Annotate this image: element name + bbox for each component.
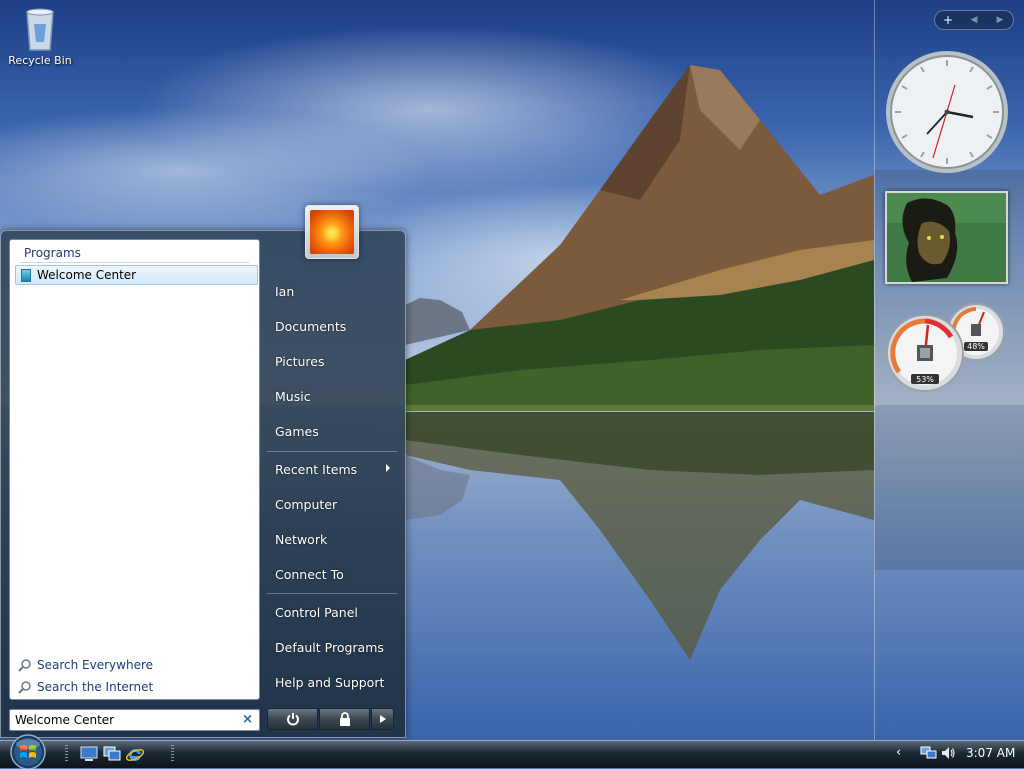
recycle-bin-label: Recycle Bin (8, 54, 72, 67)
welcome-center-icon (21, 268, 31, 282)
taskbar-grip[interactable] (65, 745, 68, 763)
clock-gadget[interactable] (885, 50, 1009, 174)
search-icon (18, 659, 31, 672)
menu-divider (267, 593, 397, 594)
search-internet-label: Search the Internet (37, 680, 154, 694)
right-item-help-and-support[interactable]: Help and Support (275, 675, 384, 690)
search-icon (18, 681, 31, 694)
programs-label: Programs (24, 246, 81, 260)
recycle-bin-shortcut[interactable]: Recycle Bin (4, 4, 76, 67)
recent-items-arrow-icon (386, 464, 390, 472)
clear-search-button[interactable]: × (242, 712, 253, 727)
taskbar-clock[interactable]: 3:07 AM (966, 746, 1015, 760)
taskbar (0, 740, 1024, 768)
lock-button[interactable] (319, 708, 370, 730)
right-item-user[interactable]: Ian (275, 284, 294, 299)
power-button[interactable] (267, 708, 318, 730)
switch-windows-icon[interactable] (103, 746, 121, 762)
right-item-games[interactable]: Games (275, 424, 319, 439)
search-internet-link[interactable]: Search the Internet (18, 680, 153, 694)
right-item-music[interactable]: Music (275, 389, 311, 404)
start-search-box: × (9, 709, 260, 731)
show-desktop-icon[interactable] (80, 746, 98, 762)
search-everywhere-label: Search Everywhere (37, 658, 153, 672)
add-gadget-button[interactable]: + (935, 13, 961, 27)
program-item-label: Welcome Center (37, 268, 137, 282)
previous-gadget-page-button[interactable]: ◀ (961, 15, 987, 25)
right-item-network[interactable]: Network (275, 532, 327, 547)
next-gadget-page-button[interactable]: ▶ (987, 15, 1013, 25)
slideshow-picture (887, 193, 1006, 282)
right-item-computer[interactable]: Computer (275, 497, 337, 512)
search-everywhere-link[interactable]: Search Everywhere (18, 658, 153, 672)
start-search-input[interactable] (15, 712, 235, 728)
start-button[interactable] (6, 733, 50, 769)
slideshow-gadget[interactable] (885, 191, 1008, 284)
volume-icon[interactable] (940, 745, 956, 761)
program-item-welcome-center[interactable]: Welcome Center (15, 265, 258, 285)
right-item-control-panel[interactable]: Control Panel (275, 605, 358, 620)
right-item-pictures[interactable]: Pictures (275, 354, 325, 369)
show-hidden-icons-button[interactable]: ‹ (896, 745, 901, 760)
menu-divider (267, 451, 397, 452)
programs-divider (20, 262, 249, 263)
right-item-connect-to[interactable]: Connect To (275, 567, 344, 582)
gadget-control-bar: + ◀ ▶ (934, 10, 1014, 30)
sidebar-divider (874, 0, 875, 740)
right-item-default-programs[interactable]: Default Programs (275, 640, 384, 655)
lock-icon (339, 712, 350, 726)
chevron-right-icon (379, 715, 386, 723)
cpu-percent: 53% (916, 375, 934, 384)
programs-pane: Programs Welcome Center Search Everywher… (9, 239, 260, 700)
internet-explorer-icon[interactable] (126, 746, 144, 764)
power-controls (267, 708, 394, 730)
power-icon (286, 713, 299, 726)
user-account-picture[interactable] (305, 205, 359, 259)
recycle-bin-icon (26, 8, 54, 51)
flower-picture (310, 210, 354, 254)
network-icon[interactable] (920, 745, 938, 761)
right-item-recent-items[interactable]: Recent Items (275, 462, 357, 477)
memory-percent: 48% (967, 342, 985, 351)
shutdown-options-button[interactable] (371, 708, 394, 730)
right-item-documents[interactable]: Documents (275, 319, 346, 334)
cpu-meter-gadget[interactable]: 48% 53% (884, 302, 1010, 394)
taskbar-grip[interactable] (171, 745, 174, 763)
start-menu: Programs Welcome Center Search Everywher… (0, 230, 406, 738)
